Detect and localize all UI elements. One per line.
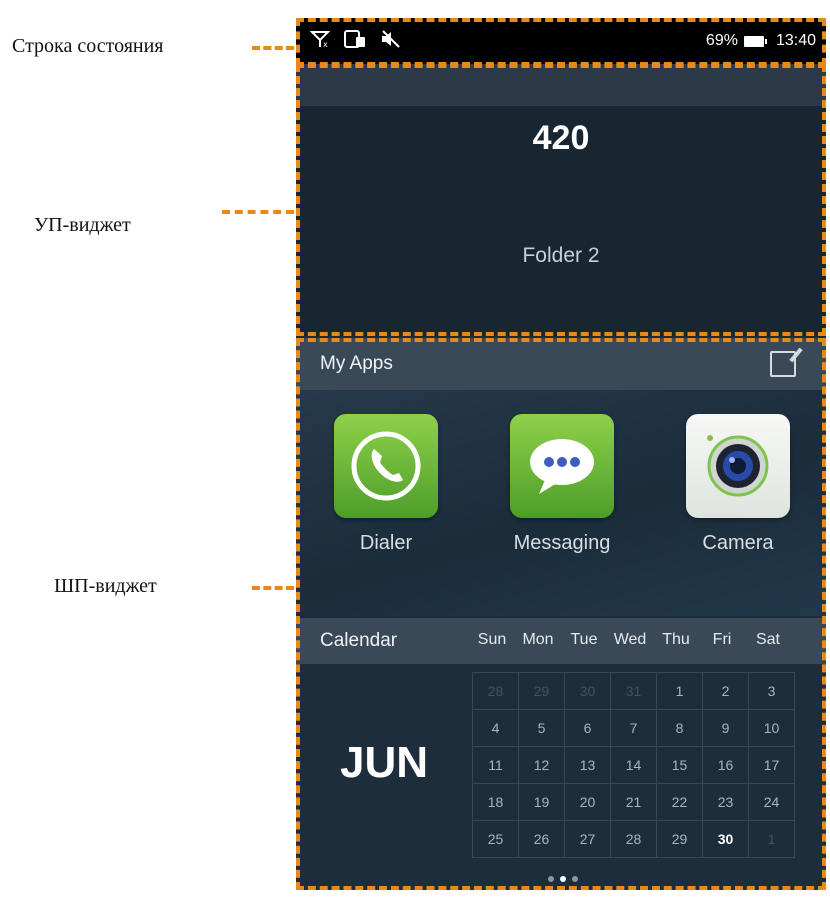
calendar-day[interactable]: 13 bbox=[565, 747, 611, 784]
folder-widget[interactable]: 420 Folder 2 bbox=[296, 64, 826, 336]
calendar-day[interactable]: 24 bbox=[749, 784, 795, 821]
page-dot[interactable] bbox=[572, 876, 578, 882]
calendar-day[interactable]: 14 bbox=[611, 747, 657, 784]
calendar-day[interactable]: 6 bbox=[565, 710, 611, 747]
app-camera[interactable]: Camera bbox=[668, 414, 808, 555]
calendar-day[interactable]: 25 bbox=[473, 821, 519, 858]
status-icons-right: 69% 13:40 bbox=[706, 32, 816, 50]
clock: 13:40 bbox=[775, 32, 816, 49]
status-bar-annotation-line bbox=[252, 46, 294, 50]
status-icons-left: x bbox=[309, 29, 402, 53]
sim-icon bbox=[344, 29, 366, 53]
day-of-week-label: Wed bbox=[613, 631, 647, 648]
calendar-day[interactable]: 30 bbox=[565, 673, 611, 710]
day-of-week-label: Sat bbox=[755, 631, 780, 648]
calendar-day[interactable]: 9 bbox=[703, 710, 749, 747]
battery-icon bbox=[743, 35, 767, 47]
battery-percent: 69% bbox=[705, 32, 738, 49]
up-widget-annotation: УП-виджет bbox=[34, 214, 131, 236]
svg-text:x: x bbox=[323, 40, 328, 48]
calendar-day[interactable]: 4 bbox=[473, 710, 519, 747]
app-label: Dialer bbox=[359, 532, 413, 554]
calendar-day[interactable]: 20 bbox=[565, 784, 611, 821]
shp-widget-annotation-line bbox=[252, 586, 294, 590]
my-apps-header: My Apps bbox=[296, 338, 826, 390]
calendar-day[interactable]: 1 bbox=[657, 673, 703, 710]
chat-bubble-icon bbox=[510, 414, 614, 518]
app-label: Messaging bbox=[513, 532, 611, 554]
day-of-week-label: Tue bbox=[570, 631, 598, 648]
day-of-week-label: Mon bbox=[522, 631, 554, 648]
page-dot[interactable] bbox=[560, 876, 566, 882]
my-apps-title: My Apps bbox=[320, 353, 393, 374]
calendar-day[interactable]: 26 bbox=[519, 821, 565, 858]
calendar-month: JUN bbox=[340, 738, 429, 787]
calendar-day[interactable]: 3 bbox=[749, 673, 795, 710]
calendar-day[interactable]: 29 bbox=[657, 821, 703, 858]
calendar-day[interactable]: 31 bbox=[611, 673, 657, 710]
folder-name: Folder 2 bbox=[522, 244, 600, 267]
page-indicator bbox=[548, 876, 578, 882]
calendar-day[interactable]: 19 bbox=[519, 784, 565, 821]
edit-icon[interactable] bbox=[770, 351, 796, 377]
calendar-header: Calendar Sun Mon Tue Wed Thu Fri Sat bbox=[296, 618, 826, 664]
calendar-day[interactable]: 18 bbox=[473, 784, 519, 821]
calendar-day[interactable]: 2 bbox=[703, 673, 749, 710]
calendar-day[interactable]: 30 bbox=[703, 821, 749, 858]
calendar-day[interactable]: 23 bbox=[703, 784, 749, 821]
page: Строка состояния УП-виджет ШП-виджет x 6… bbox=[0, 0, 830, 898]
phone-icon bbox=[334, 414, 438, 518]
calendar-day[interactable]: 5 bbox=[519, 710, 565, 747]
folder-widget-top-band bbox=[296, 64, 826, 106]
calendar-day[interactable]: 10 bbox=[749, 710, 795, 747]
status-bar-annotation: Строка состояния bbox=[12, 35, 164, 57]
calendar-day[interactable]: 15 bbox=[657, 747, 703, 784]
app-label: Camera bbox=[702, 532, 774, 554]
calendar-day[interactable]: 8 bbox=[657, 710, 703, 747]
calendar-grid: 28 29 30 31 1 2 3 4 5 6 7 8 9 10 11 12 13 14 15 16 17 18 19 20 2… bbox=[472, 672, 795, 858]
calendar-day[interactable]: 21 bbox=[611, 784, 657, 821]
calendar-day[interactable]: 27 bbox=[565, 821, 611, 858]
app-messaging[interactable]: Messaging bbox=[492, 414, 632, 555]
up-widget-annotation-line bbox=[222, 210, 294, 214]
no-signal-icon: x bbox=[309, 30, 331, 53]
calendar-day[interactable]: 1 bbox=[749, 821, 795, 858]
calendar-day[interactable]: 12 bbox=[519, 747, 565, 784]
calendar-day[interactable]: 28 bbox=[473, 673, 519, 710]
app-dialer[interactable]: Dialer bbox=[316, 414, 456, 555]
phone-screen: x 69% 13:40 420 Folder 2 My Apps Dialer … bbox=[296, 18, 826, 890]
calendar-day[interactable]: 17 bbox=[749, 747, 795, 784]
calendar-day[interactable]: 16 bbox=[703, 747, 749, 784]
calendar-title: Calendar bbox=[320, 630, 398, 651]
status-bar: x 69% 13:40 bbox=[296, 18, 826, 64]
calendar-day[interactable]: 28 bbox=[611, 821, 657, 858]
mute-icon bbox=[380, 29, 402, 53]
day-of-week-label: Fri bbox=[712, 631, 732, 648]
my-apps-body: Dialer Messaging Camera bbox=[296, 390, 826, 616]
calendar-body: JUN 28 29 30 31 1 2 3 4 5 6 7 8 9 10 11 12 13 14 15 16 17 18 1… bbox=[296, 664, 826, 890]
folder-item-count: 420 bbox=[532, 119, 590, 157]
calendar-day[interactable]: 29 bbox=[519, 673, 565, 710]
day-of-week-label: Thu bbox=[662, 631, 690, 648]
calendar-day[interactable]: 7 bbox=[611, 710, 657, 747]
calendar-day[interactable]: 11 bbox=[473, 747, 519, 784]
camera-icon bbox=[686, 414, 790, 518]
shp-widget-annotation: ШП-виджет bbox=[54, 575, 157, 597]
calendar-day[interactable]: 22 bbox=[657, 784, 703, 821]
page-dot[interactable] bbox=[548, 876, 554, 882]
day-of-week-label: Sun bbox=[477, 631, 507, 648]
